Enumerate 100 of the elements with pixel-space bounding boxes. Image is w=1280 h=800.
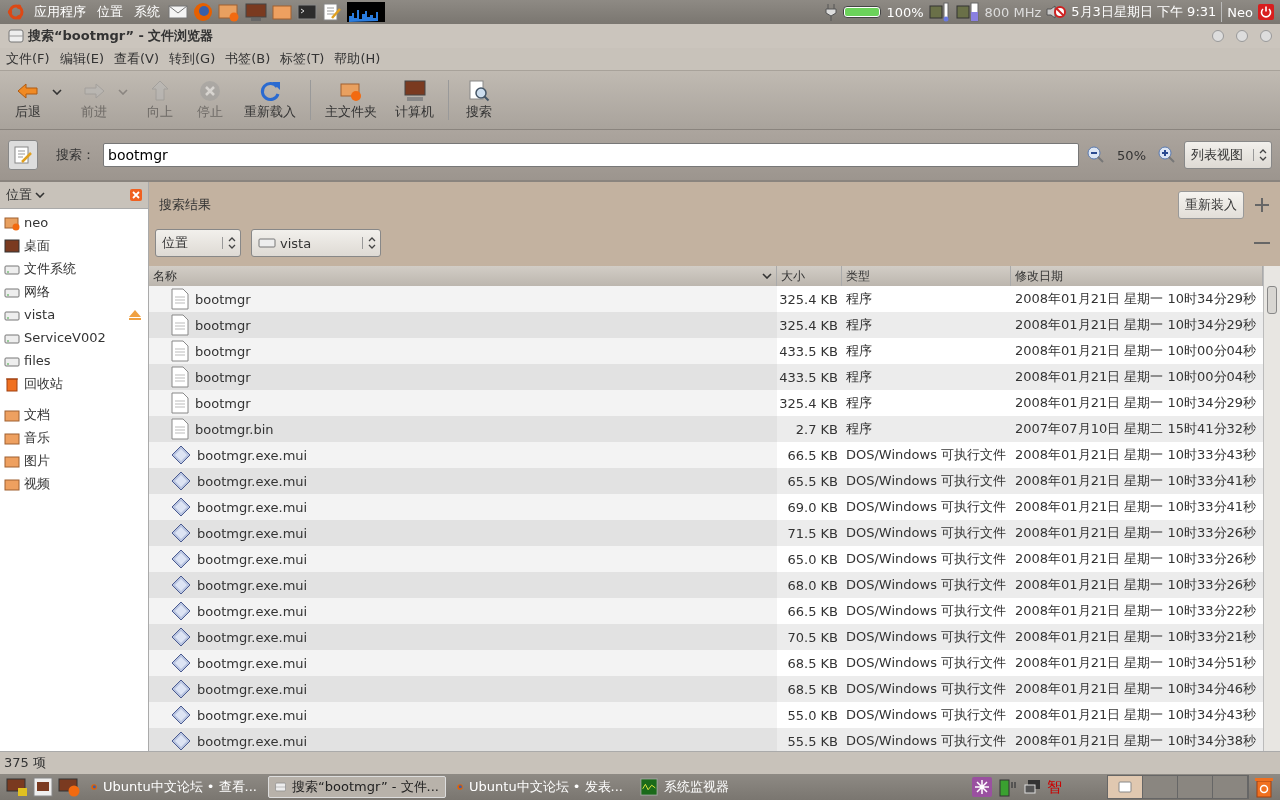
table-cell[interactable]: bootmgr.exe.mui (149, 702, 777, 728)
workspace-button[interactable] (1108, 776, 1143, 798)
remove-icon[interactable] (1254, 241, 1270, 245)
criteria-type-dropdown[interactable]: 位置 (155, 229, 241, 257)
muted-speaker-icon[interactable] (1046, 4, 1067, 20)
toolbar-button[interactable]: 后退 (4, 77, 52, 123)
table-cell[interactable]: bootmgr (149, 390, 777, 416)
sidebar-item[interactable]: 视频 (0, 472, 148, 495)
toolbar-button[interactable]: 搜索 (455, 77, 503, 123)
add-icon[interactable] (1254, 197, 1270, 213)
view-mode-dropdown[interactable]: 列表视图 (1184, 141, 1272, 169)
monitor-icon[interactable] (245, 2, 267, 22)
sidebar-item[interactable]: 音乐 (0, 426, 148, 449)
panel-menu[interactable]: 位置 (94, 3, 126, 21)
eject-icon[interactable] (128, 308, 142, 321)
sidebar-item[interactable]: 网络 (0, 280, 148, 303)
trash-icon[interactable] (1254, 776, 1274, 798)
table-cell[interactable]: bootmgr.exe.mui (149, 520, 777, 546)
table-cell[interactable]: bootmgr.exe.mui (149, 468, 777, 494)
executable-icon (171, 471, 191, 491)
activity-graph-icon[interactable] (347, 2, 385, 22)
reload-button[interactable]: 重新装入 (1178, 191, 1244, 219)
scrollbar[interactable] (1263, 266, 1280, 751)
battery-plug-icon[interactable] (997, 776, 1019, 798)
toolbar-button[interactable]: 计算机 (387, 77, 442, 123)
clock[interactable]: 5月3日星期日 下午 9:31 (1071, 3, 1217, 21)
home-folder-icon (4, 214, 20, 231)
table-cell[interactable]: bootmgr.exe.mui (149, 572, 777, 598)
table-cell[interactable]: bootmgr.exe.mui (149, 546, 777, 572)
table-cell[interactable]: bootmgr.exe.mui (149, 598, 777, 624)
trash-icon (4, 375, 20, 392)
table-cell[interactable]: bootmgr.exe.mui (149, 442, 777, 468)
taskbar-button[interactable]: 系统监视器 (634, 776, 812, 798)
sparkle-icon[interactable] (972, 777, 992, 797)
sidebar-item[interactable]: 桌面 (0, 234, 148, 257)
home-folder-icon[interactable] (218, 2, 240, 22)
panel-menu[interactable]: 系统 (131, 3, 163, 21)
menu-item[interactable]: 书签(B) (225, 50, 271, 68)
toolbar-button[interactable]: 重新载入 (236, 77, 304, 123)
zoom-in-icon[interactable] (1158, 146, 1176, 164)
mail-icon[interactable] (168, 4, 188, 20)
document-icon (171, 366, 189, 388)
table-cell[interactable]: bootmgr (149, 312, 777, 338)
menu-item[interactable]: 标签(T) (280, 50, 325, 68)
sidebar-item[interactable]: vista (0, 303, 148, 326)
sidebar-item[interactable]: 文件系统 (0, 257, 148, 280)
globe-icon[interactable] (193, 2, 213, 22)
menu-item[interactable]: 查看(V) (114, 50, 160, 68)
zoom-out-icon[interactable] (1087, 146, 1106, 164)
notepad-icon[interactable] (322, 2, 342, 22)
close-icon[interactable] (130, 189, 142, 201)
sidebar-item[interactable]: 文档 (0, 403, 148, 426)
sidebar-item[interactable]: 图片 (0, 449, 148, 472)
folder-icon[interactable] (272, 3, 292, 21)
taskbar-button[interactable]: Ubuntu中文论坛 • 查看... (85, 776, 263, 798)
menu-item[interactable]: 文件(F) (6, 50, 50, 68)
dropdown-caret-icon[interactable] (52, 89, 62, 95)
table-cell-text: 2008年01月21日 星期一 10时34分46秒 (1014, 680, 1258, 698)
table-cell[interactable]: bootmgr.exe.mui (149, 728, 777, 751)
window-control-button[interactable] (1260, 30, 1272, 42)
taskbar-button[interactable]: 搜索“bootmgr” - 文件... (268, 776, 446, 798)
terminal-icon[interactable] (297, 3, 317, 21)
network-icon[interactable] (1024, 778, 1042, 796)
sidebar-item[interactable]: files (0, 349, 148, 372)
table-cell[interactable]: bootmgr.exe.mui (149, 624, 777, 650)
power-icon[interactable] (1258, 4, 1274, 20)
location-dropdown[interactable]: vista (251, 229, 381, 257)
table-cell-text: 55.0 KB (786, 706, 839, 725)
menu-item[interactable]: 转到(G) (169, 50, 216, 68)
table-cell-text: 68.0 KB (786, 576, 839, 595)
executable-icon (171, 601, 191, 621)
table-cell[interactable]: bootmgr.exe.mui (149, 676, 777, 702)
table-cell[interactable]: bootmgr.exe.mui (149, 650, 777, 676)
table-cell-text: 433.5 KB (778, 342, 839, 361)
table-cell-text: 325.4 KB (778, 290, 839, 309)
show-desktop-icon[interactable] (33, 777, 53, 797)
search-field[interactable]: bootmgr (103, 143, 1080, 167)
menu-item[interactable]: 编辑(E) (59, 50, 104, 68)
table-cell-text: 68.5 KB (786, 654, 839, 673)
sidebar-item[interactable]: neo (0, 211, 148, 234)
table-cell[interactable]: bootmgr (149, 286, 777, 312)
menu-item[interactable]: 帮助(H) (334, 50, 381, 68)
table-cell-text: 程序 (845, 394, 873, 412)
table-cell-text: 70.5 KB (786, 628, 839, 647)
table-cell[interactable]: bootmgr (149, 338, 777, 364)
taskbar-button[interactable]: Ubuntu中文论坛 • 发表... (451, 776, 629, 798)
window-control-button[interactable] (1236, 30, 1248, 42)
sidebar-title-dropdown[interactable]: 位置 (6, 186, 45, 204)
toolbar-button[interactable]: 主文件夹 (317, 77, 385, 123)
window-control-button[interactable] (1212, 30, 1224, 42)
sidebar-item[interactable]: 回收站 (0, 372, 148, 395)
panel-menu[interactable]: 应用程序 (31, 3, 89, 21)
sidebar-item[interactable]: ServiceV002 (0, 326, 148, 349)
user-name[interactable]: Neo (1227, 4, 1253, 20)
table-cell[interactable]: bootmgr.exe.mui (149, 494, 777, 520)
edit-location-button[interactable] (8, 140, 38, 170)
lock-screen-icon[interactable] (6, 777, 28, 797)
edit-document-icon (13, 145, 33, 165)
table-cell[interactable]: bootmgr (149, 364, 777, 390)
table-cell[interactable]: bootmgr.bin (149, 416, 777, 442)
